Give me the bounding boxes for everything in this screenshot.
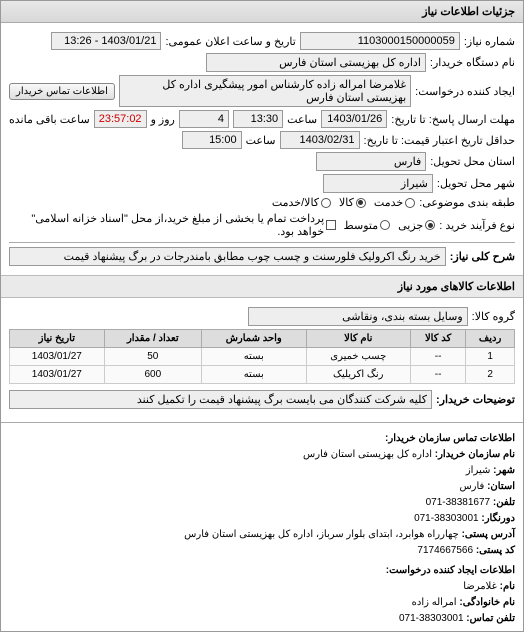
table-row: 2 -- رنگ اکریلیک بسته 600 1403/01/27	[10, 366, 515, 384]
cell-name: رنگ اکریلیک	[306, 366, 411, 384]
subject-field: خرید رنگ اکرولیک فلورسنت و چسب چوب مطابق…	[9, 247, 446, 266]
c-city-label: شهر:	[493, 465, 515, 476]
items-table: ردیف کد کالا نام کالا واحد شمارش تعداد /…	[9, 329, 515, 384]
deadline-time-field: 13:30	[233, 110, 283, 128]
c-postal-value: چهارراه هوابرد، ابتدای بلوار سرباز، ادار…	[184, 529, 459, 540]
announce-field: 1403/01/21 - 13:26	[51, 32, 161, 50]
validity-date-field: 1403/02/31	[280, 131, 360, 149]
r-name-label: نام:	[500, 581, 515, 592]
r-family-value: امراله زاده	[412, 597, 457, 608]
c-fax-label: دورنگار:	[481, 513, 515, 524]
city-label: شهر محل تحویل:	[437, 177, 515, 190]
goods-option-label: کالا	[339, 196, 354, 209]
c-province-value: فارس	[459, 481, 484, 492]
cell-n: 1	[466, 348, 515, 366]
contact-header: اطلاعات تماس سازمان خریدار:	[9, 431, 515, 447]
col-qty: تعداد / مقدار	[104, 330, 201, 348]
cell-qty: 600	[104, 366, 201, 384]
purchase-type-label: نوع فرآیند خرید :	[439, 219, 515, 232]
time-label-1: ساعت	[287, 113, 317, 126]
province-label: استان محل تحویل:	[430, 155, 515, 168]
table-row: 1 -- چسب خمیری بسته 50 1403/01/27	[10, 348, 515, 366]
cell-unit: بسته	[201, 366, 306, 384]
check-payment[interactable]: پرداخت تمام یا بخشی از مبلغ خرید،از محل …	[9, 212, 336, 238]
col-code: کد کالا	[411, 330, 466, 348]
radio-service[interactable]: خدمت	[374, 196, 415, 209]
c-phone-label: تلفن:	[493, 497, 515, 508]
deadline-label: مهلت ارسال پاسخ: تا تاریخ:	[391, 113, 515, 126]
cell-qty: 50	[104, 348, 201, 366]
city-field: شیراز	[323, 174, 433, 193]
r-phone-label: تلفن تماس:	[466, 613, 515, 624]
remain-days-label: روز و	[151, 113, 175, 126]
buyer-field: اداره کل بهزیستی استان فارس	[206, 53, 426, 72]
col-date: تاریخ نیاز	[10, 330, 105, 348]
requester-label: ایجاد کننده درخواست:	[415, 85, 515, 98]
deadline-date-field: 1403/01/26	[321, 110, 387, 128]
subject-label: شرح کلی نیاز:	[450, 250, 515, 263]
r-family-label: نام خانوادگی:	[459, 597, 515, 608]
validity-label: حداقل تاریخ اعتبار قیمت: تا تاریخ:	[364, 134, 515, 147]
org-name-value: اداره کل بهزیستی استان فارس	[303, 449, 432, 460]
req-header: اطلاعات ایجاد کننده درخواست:	[9, 563, 515, 579]
remain-days-field: 4	[179, 110, 229, 128]
requester-field: غلامرضا امراله زاده کارشناس امور پیشگیری…	[119, 75, 411, 107]
c-fax-value: 38303001-071	[414, 513, 479, 524]
window-title: جزئیات اطلاعات نیاز	[1, 1, 523, 23]
col-row: ردیف	[466, 330, 515, 348]
number-field: 1103000150000059	[300, 32, 460, 50]
cell-date: 1403/01/27	[10, 366, 105, 384]
cell-name: چسب خمیری	[306, 348, 411, 366]
r-name-value: غلامرضا	[463, 581, 497, 592]
category-label: طبقه بندی موضوعی:	[419, 196, 515, 209]
radio-goods[interactable]: کالا	[339, 196, 366, 209]
purchase-note-label: پرداخت تمام یا بخشی از مبلغ خرید،از محل …	[9, 212, 324, 238]
medium-option-label: متوسط	[344, 219, 379, 232]
radio-medium[interactable]: متوسط	[344, 219, 391, 232]
cell-unit: بسته	[201, 348, 306, 366]
buyer-notes-field: کلیه شرکت کنندگان می بایست برگ پیشنهاد ق…	[9, 390, 432, 409]
org-name-label: نام سازمان خریدار:	[435, 449, 515, 460]
col-name: نام کالا	[306, 330, 411, 348]
cell-date: 1403/01/27	[10, 348, 105, 366]
time-label-2: ساعت	[246, 134, 276, 147]
c-postcode-label: کد پستی:	[476, 545, 515, 556]
c-city-value: شیراز	[466, 465, 491, 476]
goods-service-option-label: کالا/خدمت	[272, 196, 319, 209]
remain-time-label: ساعت باقی مانده	[9, 113, 90, 126]
radio-minor[interactable]: جزیی	[398, 219, 435, 232]
validity-time-field: 15:00	[182, 131, 242, 149]
number-label: شماره نیاز:	[464, 35, 515, 48]
buyer-notes-label: توضیحات خریدار:	[436, 393, 515, 406]
group-field: وسایل بسته بندی، ونقاشی	[248, 307, 468, 326]
cell-code: --	[411, 348, 466, 366]
cell-code: --	[411, 366, 466, 384]
remain-time-field: 23:57:02	[94, 110, 147, 128]
col-unit: واحد شمارش	[201, 330, 306, 348]
announce-label: تاریخ و ساعت اعلان عمومی:	[165, 35, 295, 48]
minor-option-label: جزیی	[398, 219, 423, 232]
c-phone-value: 38381677-071	[426, 497, 491, 508]
contact-button[interactable]: اطلاعات تماس خریدار	[9, 83, 115, 100]
c-postcode-value: 7174667566	[417, 545, 473, 556]
buyer-label: نام دستگاه خریدار:	[430, 56, 515, 69]
cell-n: 2	[466, 366, 515, 384]
r-phone-value: 38303001-071	[399, 613, 464, 624]
c-province-label: استان:	[487, 481, 515, 492]
group-label: گروه کالا:	[472, 310, 515, 323]
radio-goods-service[interactable]: کالا/خدمت	[272, 196, 331, 209]
service-option-label: خدمت	[374, 196, 403, 209]
province-field: فارس	[316, 152, 426, 171]
c-postal-label: آدرس پستی:	[462, 529, 515, 540]
goods-header: اطلاعات کالاهای مورد نیاز	[1, 275, 523, 298]
